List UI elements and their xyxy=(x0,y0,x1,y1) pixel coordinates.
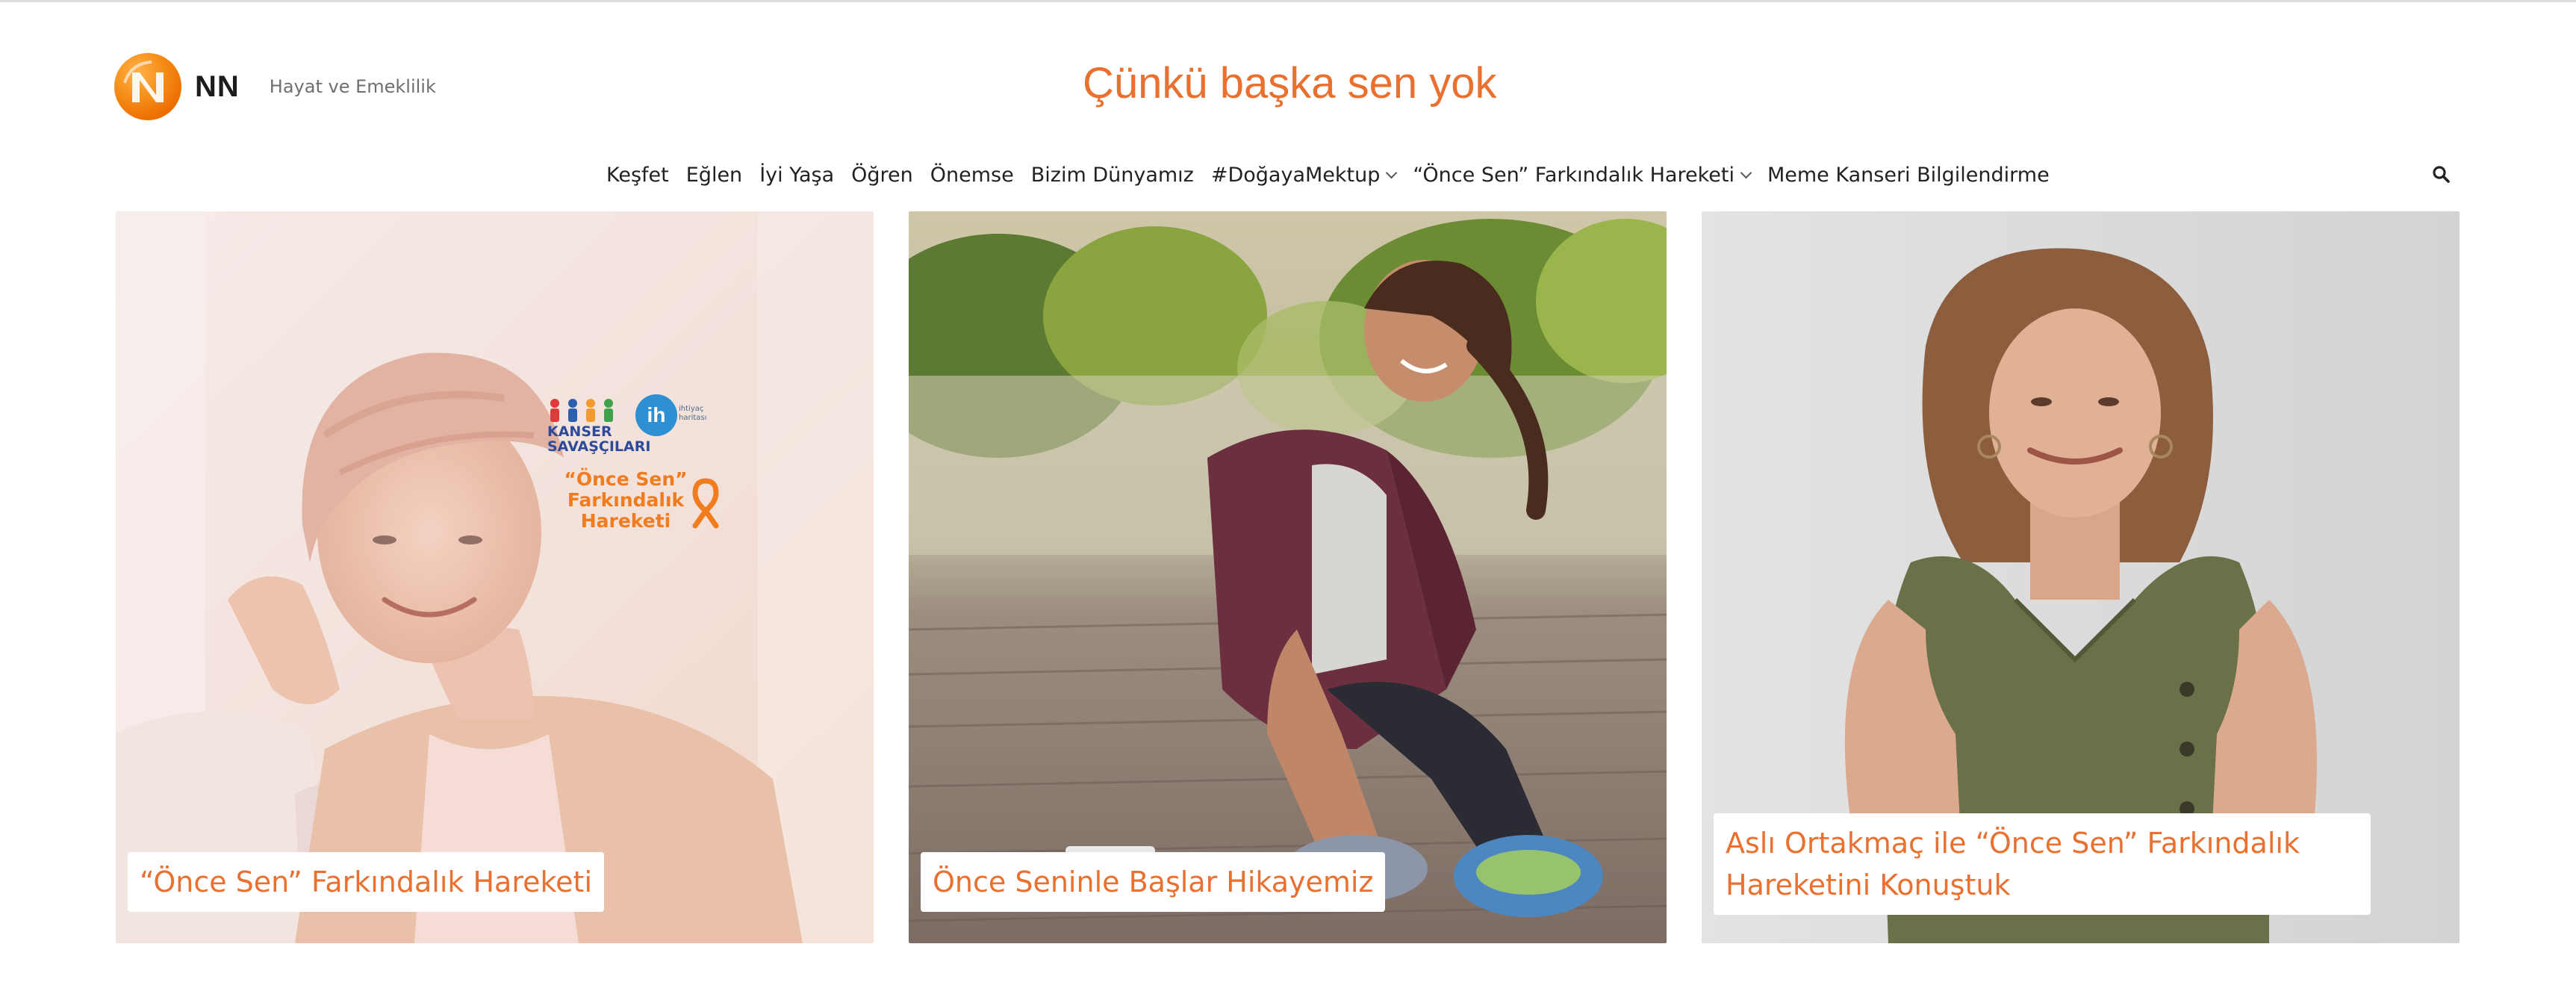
brand-tagline: Hayat ve Emeklilik xyxy=(269,76,436,97)
nav-item-dogaya-mektup[interactable]: #DoğayaMektup xyxy=(1210,163,1398,187)
top-border xyxy=(0,0,2576,2)
nav-item-label: “Önce Sen” Farkındalık Hareketi xyxy=(1413,163,1735,187)
card-caption[interactable]: “Önce Sen” Farkındalık Hareketi xyxy=(128,852,604,912)
chevron-down-icon xyxy=(1386,167,1398,178)
orange-ribbon-icon xyxy=(692,478,719,529)
nav-item-label: Öğren xyxy=(851,163,913,187)
ihtiyac-haritasi-label: ihtiyaç haritası xyxy=(679,405,707,422)
campaign-line: Farkındalık xyxy=(567,489,685,511)
featured-card[interactable]: Aslı Ortakmaç ile “Önce Sen” Farkındalık… xyxy=(1702,211,2460,943)
woman-tying-running-shoes-photo xyxy=(909,211,1667,943)
search-icon[interactable] xyxy=(2431,164,2452,185)
kanser-savascilari-label: KANSER SAVAŞÇILARI xyxy=(547,423,651,455)
campaign-badge: KANSER SAVAŞÇILARI ih ihtiyaç haritası “… xyxy=(547,394,727,544)
nav-item-label: Bizim Dünyamız xyxy=(1030,163,1194,187)
nav-item-label: İyi Yaşa xyxy=(759,163,835,187)
nav-item-onemse[interactable]: Önemse xyxy=(930,164,1014,187)
site-slogan: Çünkü başka sen yok xyxy=(1083,59,1497,108)
nav-item-kesfet[interactable]: Keşfet xyxy=(606,164,669,187)
featured-card[interactable]: KANSER SAVAŞÇILARI ih ihtiyaç haritası “… xyxy=(116,211,874,943)
woman-with-headscarf-smiling-photo xyxy=(116,211,874,943)
nav-item-iyi-yasa[interactable]: İyi Yaşa xyxy=(759,164,834,187)
brand-wordmark: NN xyxy=(195,69,240,103)
chevron-down-icon xyxy=(1740,167,1752,178)
nav-item-label: #DoğayaMektup xyxy=(1210,163,1381,187)
campaign-line: Hareketi xyxy=(580,510,671,532)
main-nav: Keşfet Eğlen İyi Yaşa Öğren Önemse Bizim… xyxy=(606,159,2050,190)
nav-item-eglen[interactable]: Eğlen xyxy=(686,164,742,187)
nav-item-label: Önemse xyxy=(930,163,1014,187)
nn-lion-logo-icon xyxy=(114,53,181,120)
featured-card[interactable]: Önce Seninle Başlar Hikayemiz xyxy=(909,211,1667,943)
card-caption[interactable]: Önce Seninle Başlar Hikayemiz xyxy=(921,852,1386,912)
nav-item-meme-kanseri[interactable]: Meme Kanseri Bilgilendirme xyxy=(1767,164,2050,187)
nav-item-once-sen[interactable]: “Önce Sen” Farkındalık Hareketi xyxy=(1413,163,1752,187)
card-caption[interactable]: Aslı Ortakmaç ile “Önce Sen” Farkındalık… xyxy=(1714,813,2371,915)
campaign-line: “Önce Sen” xyxy=(564,468,688,490)
featured-cards: KANSER SAVAŞÇILARI ih ihtiyaç haritası “… xyxy=(116,211,2460,943)
nav-item-label: Eğlen xyxy=(685,163,743,187)
ihtiyac-haritasi-logo: ih xyxy=(635,394,677,436)
campaign-badge-title: “Önce Sen” Farkındalık Hareketi xyxy=(547,469,704,532)
nav-item-bizim-dunyamiz[interactable]: Bizim Dünyamız xyxy=(1031,164,1194,187)
nav-item-label: Meme Kanseri Bilgilendirme xyxy=(1767,163,2050,187)
brand-logo[interactable]: NN Hayat ve Emeklilik xyxy=(114,53,436,120)
nav-item-ogren[interactable]: Öğren xyxy=(851,164,913,187)
nav-item-label: Keşfet xyxy=(606,163,669,187)
people-figures-icon xyxy=(550,399,613,422)
